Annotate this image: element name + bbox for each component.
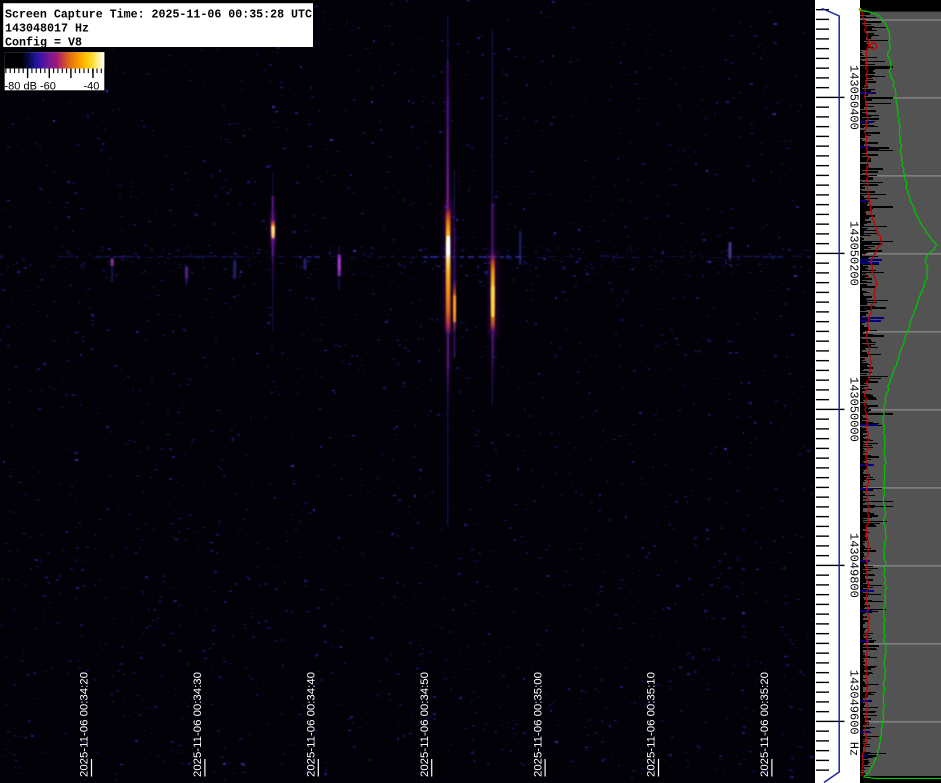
svg-text:143049600 Hz: 143049600 Hz [847, 670, 861, 756]
svg-text:143048017 Hz: 143048017 Hz [5, 21, 89, 35]
svg-text:2025-11-06 00:34:20: 2025-11-06 00:34:20 [79, 672, 91, 777]
svg-text:-40: -40 [84, 81, 100, 93]
svg-text:2025-11-06 00:34:30: 2025-11-06 00:34:30 [192, 672, 204, 777]
svg-text:2025-11-06 00:35:20: 2025-11-06 00:35:20 [759, 672, 771, 777]
svg-text:143049800: 143049800 [847, 533, 861, 598]
svg-text:2025-11-06 00:34:50: 2025-11-06 00:34:50 [419, 672, 431, 777]
svg-text:143050200: 143050200 [847, 221, 861, 286]
svg-text:2025-11-06 00:34:40: 2025-11-06 00:34:40 [306, 672, 318, 777]
svg-text:Screen Capture Time: 2025-11-0: Screen Capture Time: 2025-11-06 00:35:28… [5, 7, 312, 21]
svg-text:2025-11-06 00:35:10: 2025-11-06 00:35:10 [646, 672, 658, 777]
svg-text:-80 dB -60: -80 dB -60 [5, 81, 56, 93]
svg-text:2025-11-06 00:35:00: 2025-11-06 00:35:00 [532, 672, 544, 777]
svg-text:143050400: 143050400 [847, 65, 861, 130]
svg-text:Config = V8: Config = V8 [5, 35, 82, 49]
svg-text:143050000: 143050000 [847, 377, 861, 442]
